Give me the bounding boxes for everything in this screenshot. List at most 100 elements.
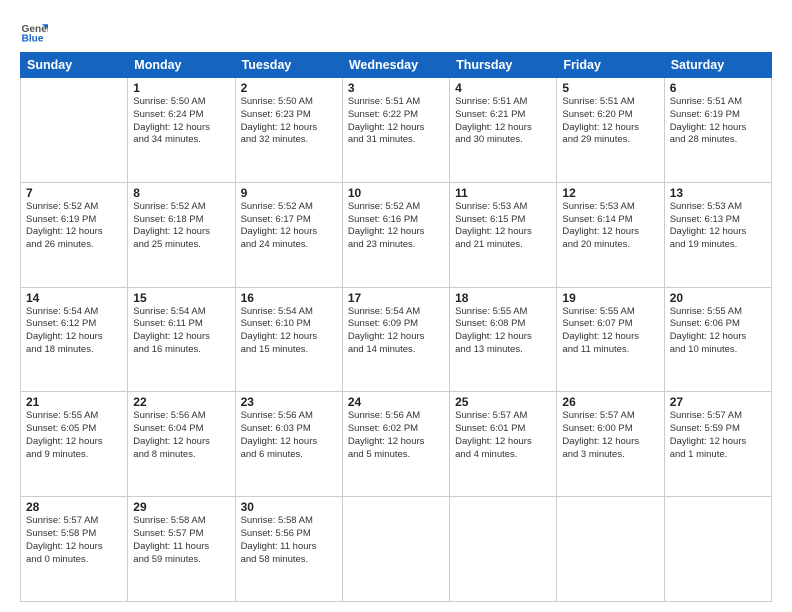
cell-line: Sunset: 6:10 PM: [241, 318, 337, 331]
cell-line: Sunrise: 5:50 AM: [241, 96, 337, 109]
cell-line: Sunrise: 5:54 AM: [241, 306, 337, 319]
calendar-cell: 2Sunrise: 5:50 AMSunset: 6:23 PMDaylight…: [235, 78, 342, 183]
day-number: 21: [26, 395, 122, 409]
cell-line: and 1 minute.: [670, 449, 766, 462]
cell-line: Sunset: 6:15 PM: [455, 214, 551, 227]
cell-line: Sunrise: 5:54 AM: [26, 306, 122, 319]
cell-line: Sunrise: 5:55 AM: [562, 306, 658, 319]
calendar-cell: 11Sunrise: 5:53 AMSunset: 6:15 PMDayligh…: [450, 182, 557, 287]
cell-line: and 0 minutes.: [26, 554, 122, 567]
calendar-week-4: 21Sunrise: 5:55 AMSunset: 6:05 PM Dayligh…: [21, 392, 772, 497]
calendar-cell: 1Sunrise: 5:50 AMSunset: 6:24 PMDaylight…: [128, 78, 235, 183]
cell-line: and 15 minutes.: [241, 344, 337, 357]
cell-line: Sunrise: 5:56 AM: [241, 410, 337, 423]
cell-line: and 10 minutes.: [670, 344, 766, 357]
cell-line: Sunset: 5:56 PM: [241, 528, 337, 541]
cell-line: Daylight: 12 hours: [348, 436, 444, 449]
cell-line: Daylight: 12 hours: [562, 226, 658, 239]
calendar-cell: 30Sunrise: 5:58 AMSunset: 5:56 PMDayligh…: [235, 497, 342, 602]
calendar-cell: [450, 497, 557, 602]
cell-line: Daylight: 12 hours: [133, 436, 229, 449]
cell-line: and 20 minutes.: [562, 239, 658, 252]
cell-line: Sunset: 6:01 PM: [455, 423, 551, 436]
weekday-header-thursday: Thursday: [450, 53, 557, 78]
cell-line: and 3 minutes.: [562, 449, 658, 462]
cell-line: Daylight: 12 hours: [133, 226, 229, 239]
weekday-header-tuesday: Tuesday: [235, 53, 342, 78]
cell-line: Sunset: 6:09 PM: [348, 318, 444, 331]
day-number: 14: [26, 291, 122, 305]
cell-line: and 9 minutes.: [26, 449, 122, 462]
cell-line: Sunset: 6:07 PM: [562, 318, 658, 331]
calendar-cell: 5Sunrise: 5:51 AMSunset: 6:20 PMDaylight…: [557, 78, 664, 183]
cell-line: and 26 minutes.: [26, 239, 122, 252]
day-number: 13: [670, 186, 766, 200]
cell-line: and 4 minutes.: [455, 449, 551, 462]
cell-line: Sunset: 6:11 PM: [133, 318, 229, 331]
cell-line: and 31 minutes.: [348, 134, 444, 147]
cell-line: and 32 minutes.: [241, 134, 337, 147]
cell-line: Daylight: 11 hours: [241, 541, 337, 554]
cell-line: Sunset: 6:21 PM: [455, 109, 551, 122]
cell-line: Daylight: 12 hours: [26, 331, 122, 344]
page: General Blue SundayMondayTuesdayWednesda…: [0, 0, 792, 612]
cell-line: and 5 minutes.: [348, 449, 444, 462]
cell-line: Sunrise: 5:57 AM: [26, 515, 122, 528]
calendar-cell: 7Sunrise: 5:52 AMSunset: 6:19 PMDaylight…: [21, 182, 128, 287]
cell-line: Sunset: 6:17 PM: [241, 214, 337, 227]
cell-line: Sunset: 6:22 PM: [348, 109, 444, 122]
weekday-header-monday: Monday: [128, 53, 235, 78]
cell-line: Sunrise: 5:52 AM: [241, 201, 337, 214]
cell-line: Sunset: 6:18 PM: [133, 214, 229, 227]
cell-line: and 18 minutes.: [26, 344, 122, 357]
cell-line: Daylight: 12 hours: [670, 436, 766, 449]
logo-icon: General Blue: [20, 18, 48, 46]
cell-line: Sunset: 6:05 PM: [26, 423, 122, 436]
calendar-week-2: 7Sunrise: 5:52 AMSunset: 6:19 PMDaylight…: [21, 182, 772, 287]
calendar-cell: 3Sunrise: 5:51 AMSunset: 6:22 PMDaylight…: [342, 78, 449, 183]
calendar-cell: 6Sunrise: 5:51 AMSunset: 6:19 PMDaylight…: [664, 78, 771, 183]
day-number: 12: [562, 186, 658, 200]
calendar-cell: 25Sunrise: 5:57 AMSunset: 6:01 PMDayligh…: [450, 392, 557, 497]
day-number: 17: [348, 291, 444, 305]
cell-line: and 25 minutes.: [133, 239, 229, 252]
day-number: 29: [133, 500, 229, 514]
cell-line: Sunrise: 5:51 AM: [455, 96, 551, 109]
day-number: 23: [241, 395, 337, 409]
calendar-week-3: 14Sunrise: 5:54 AMSunset: 6:12 PMDayligh…: [21, 287, 772, 392]
cell-line: Sunset: 5:57 PM: [133, 528, 229, 541]
cell-line: Daylight: 12 hours: [348, 122, 444, 135]
cell-line: Sunset: 6:02 PM: [348, 423, 444, 436]
cell-line: Sunrise: 5:56 AM: [348, 410, 444, 423]
cell-line: and 23 minutes.: [348, 239, 444, 252]
cell-line: and 21 minutes.: [455, 239, 551, 252]
cell-line: and 34 minutes.: [133, 134, 229, 147]
day-number: 8: [133, 186, 229, 200]
cell-line: Daylight: 12 hours: [455, 122, 551, 135]
cell-line: Sunrise: 5:54 AM: [133, 306, 229, 319]
calendar-cell: 27Sunrise: 5:57 AMSunset: 5:59 PMDayligh…: [664, 392, 771, 497]
calendar-cell: 21Sunrise: 5:55 AMSunset: 6:05 PMDayligh…: [21, 392, 128, 497]
day-number: 28: [26, 500, 122, 514]
cell-line: Daylight: 12 hours: [562, 436, 658, 449]
day-number: 3: [348, 81, 444, 95]
cell-line: Sunset: 6:04 PM: [133, 423, 229, 436]
cell-line: Sunset: 6:23 PM: [241, 109, 337, 122]
cell-line: Sunset: 6:13 PM: [670, 214, 766, 227]
cell-line: and 13 minutes.: [455, 344, 551, 357]
cell-line: Daylight: 12 hours: [348, 331, 444, 344]
cell-line: and 30 minutes.: [455, 134, 551, 147]
cell-line: Daylight: 12 hours: [455, 226, 551, 239]
cell-line: Sunrise: 5:57 AM: [670, 410, 766, 423]
cell-line: Sunrise: 5:55 AM: [26, 410, 122, 423]
cell-line: and 6 minutes.: [241, 449, 337, 462]
day-number: 16: [241, 291, 337, 305]
cell-line: Daylight: 12 hours: [241, 122, 337, 135]
day-number: 25: [455, 395, 551, 409]
cell-line: and 11 minutes.: [562, 344, 658, 357]
cell-line: Daylight: 12 hours: [455, 436, 551, 449]
weekday-header-friday: Friday: [557, 53, 664, 78]
calendar-cell: 17Sunrise: 5:54 AMSunset: 6:09 PMDayligh…: [342, 287, 449, 392]
cell-line: Sunrise: 5:51 AM: [348, 96, 444, 109]
cell-line: Daylight: 12 hours: [670, 122, 766, 135]
